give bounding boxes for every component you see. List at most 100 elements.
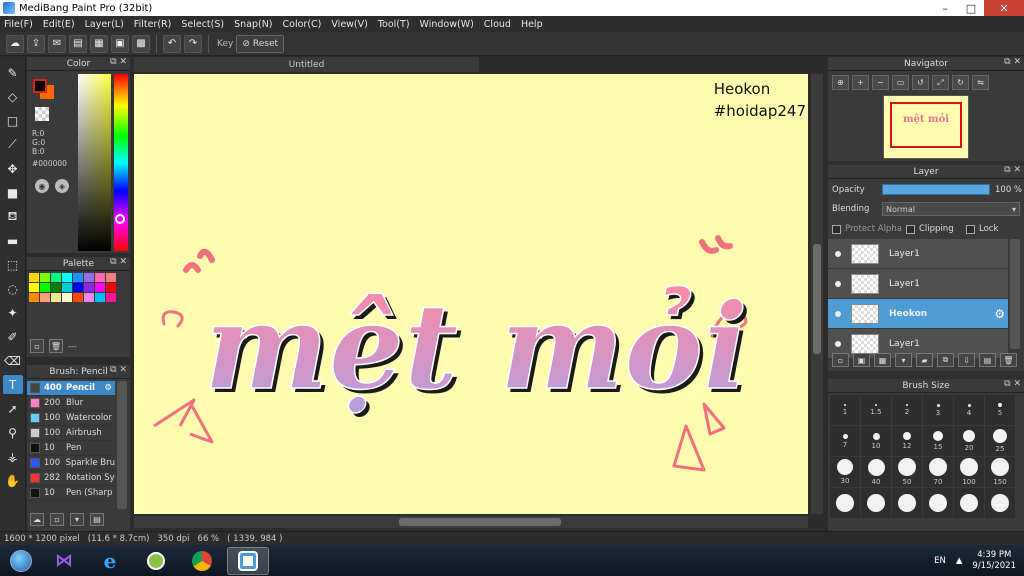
brush-size-option[interactable]: 2: [892, 395, 922, 425]
navigator-viewport-rect[interactable]: [890, 102, 962, 148]
undo-icon[interactable]: ↶: [163, 34, 181, 53]
brush-tool-icon[interactable]: ✎: [3, 63, 23, 82]
rect-tool-icon[interactable]: □: [3, 111, 23, 130]
taskbar-chrome[interactable]: [181, 547, 223, 575]
brush-settings-icon[interactable]: ▤: [90, 513, 104, 526]
panel-controls[interactable]: ⧉ ✕: [1004, 379, 1021, 389]
grid-icon[interactable]: ▩: [132, 34, 150, 53]
duplicate-layer-icon[interactable]: ⧉: [937, 353, 954, 367]
brush-item[interactable]: 10 Pen (Sharp: [27, 486, 115, 501]
rotate-left-icon[interactable]: ↺: [912, 75, 929, 90]
palette-swatch[interactable]: [29, 273, 39, 282]
palette-swatch[interactable]: [51, 293, 61, 302]
eyedropper-tool-icon[interactable]: ⚲: [3, 423, 23, 442]
language-indicator[interactable]: EN: [934, 556, 946, 566]
clipping-option[interactable]: Clipping: [906, 224, 954, 234]
fill-rect-tool-icon[interactable]: ■: [3, 183, 23, 202]
menu-file[interactable]: File(F): [4, 19, 33, 30]
palette-swatch[interactable]: [40, 273, 50, 282]
visibility-eye-icon[interactable]: [835, 280, 841, 287]
navigator-preview[interactable]: mệt mỏi: [883, 95, 969, 159]
brush-item[interactable]: 100 Sparkle Bru: [27, 456, 115, 471]
menu-help[interactable]: Help: [521, 19, 543, 30]
palette-swatch[interactable]: [62, 283, 72, 292]
gradient-tool-icon[interactable]: ▬: [3, 231, 23, 250]
palette-swatch[interactable]: [40, 293, 50, 302]
actual-size-icon[interactable]: ▭: [892, 75, 909, 90]
new-layer-1bit-icon[interactable]: ▦: [874, 353, 891, 367]
saturation-value-picker[interactable]: [78, 74, 111, 251]
panel-controls[interactable]: ⧉ ✕: [110, 365, 127, 375]
eraser-tool-icon[interactable]: ◇: [3, 87, 23, 106]
layer-settings-icon[interactable]: ▤: [979, 353, 996, 367]
lasso-tool-icon[interactable]: ◌: [3, 279, 23, 298]
hue-slider-handle[interactable]: [115, 214, 125, 224]
panel-controls[interactable]: ⧉ ✕: [1004, 57, 1021, 67]
menu-view[interactable]: View(V): [331, 19, 367, 30]
menu-snap[interactable]: Snap(N): [234, 19, 272, 30]
taskbar-visual-studio[interactable]: ⋈: [43, 547, 85, 575]
zoom-out-icon[interactable]: −: [872, 75, 889, 90]
document-tab[interactable]: Untitled: [134, 57, 479, 72]
brush-size-option[interactable]: 4: [954, 395, 984, 425]
visibility-eye-icon[interactable]: [835, 250, 841, 257]
brush-size-option[interactable]: 30: [830, 457, 860, 487]
menu-filter[interactable]: Filter(R): [134, 19, 172, 30]
menu-select[interactable]: Select(S): [181, 19, 224, 30]
visibility-eye-icon[interactable]: [835, 340, 841, 347]
foreground-color-swatch[interactable]: [33, 79, 47, 93]
share-icon[interactable]: ⇪: [27, 34, 45, 53]
clipping-checkbox[interactable]: [906, 224, 915, 234]
layer-row[interactable]: Layer1: [828, 239, 1008, 269]
delete-palette-icon[interactable]: 🗑: [49, 339, 63, 353]
select-tool-icon[interactable]: ⬚: [3, 255, 23, 274]
brush-size-option[interactable]: 40: [861, 457, 891, 487]
menu-tool[interactable]: Tool(T): [378, 19, 410, 30]
zoom-in-icon[interactable]: +: [852, 75, 869, 90]
palette-swatch[interactable]: [62, 273, 72, 282]
new-palette-icon[interactable]: ▫: [30, 339, 44, 353]
brush-size-option[interactable]: 15: [923, 426, 953, 456]
lock-checkbox[interactable]: [966, 224, 975, 234]
brush-size-option[interactable]: 5: [985, 395, 1015, 425]
brush-size-option[interactable]: 12: [892, 426, 922, 456]
cloud-brush-icon[interactable]: ☁: [30, 513, 44, 526]
panel-controls[interactable]: ⧉ ✕: [110, 257, 127, 267]
palette-swatch[interactable]: [106, 273, 116, 282]
menu-window[interactable]: Window(W): [420, 19, 474, 30]
palette-swatch[interactable]: [106, 283, 116, 292]
palette-swatch[interactable]: [95, 283, 105, 292]
brush-size-option[interactable]: 100: [954, 457, 984, 487]
palette-swatch[interactable]: [51, 283, 61, 292]
palette-swatch[interactable]: [73, 273, 83, 282]
blending-select[interactable]: Normal ▾: [882, 202, 1020, 216]
close-button[interactable]: ✕: [984, 0, 1024, 16]
reset-button[interactable]: ⊘ Reset: [236, 34, 285, 53]
brush-item[interactable]: 282 Rotation Sy: [27, 471, 115, 486]
hue-slider[interactable]: [114, 74, 128, 251]
vertical-scroll-thumb[interactable]: [813, 244, 821, 354]
brush-size-option[interactable]: 10: [861, 426, 891, 456]
select-pen-tool-icon[interactable]: ✐: [3, 327, 23, 346]
brush-item[interactable]: 200 Blur: [27, 396, 115, 411]
palette-swatch[interactable]: [106, 293, 116, 302]
brush-item[interactable]: 10 Pen: [27, 441, 115, 456]
brush-item[interactable]: 100 Watercolor: [27, 411, 115, 426]
redo-icon[interactable]: ↷: [184, 34, 202, 53]
brush-size-option[interactable]: [923, 488, 953, 518]
opacity-slider[interactable]: [882, 184, 990, 195]
magic-wand-tool-icon[interactable]: ✦: [3, 303, 23, 322]
cloud-icon[interactable]: ☁: [6, 34, 24, 53]
palette-swatch[interactable]: [29, 293, 39, 302]
clock[interactable]: 4:39 PM 9/15/2021: [972, 550, 1016, 572]
layer-row[interactable]: Layer1: [828, 269, 1008, 299]
add-layer-menu-icon[interactable]: ▾: [895, 353, 912, 367]
layer-list-scrollbar[interactable]: [1010, 239, 1020, 349]
menu-cloud[interactable]: Cloud: [484, 19, 511, 30]
brush-size-option[interactable]: 1.5: [861, 395, 891, 425]
lock-option[interactable]: Lock: [966, 224, 998, 234]
protect-alpha-option[interactable]: Protect Alpha: [832, 224, 902, 234]
palette-swatch[interactable]: [40, 283, 50, 292]
chat-icon[interactable]: ▤: [69, 34, 87, 53]
new-brush-icon[interactable]: ▫: [50, 513, 64, 526]
